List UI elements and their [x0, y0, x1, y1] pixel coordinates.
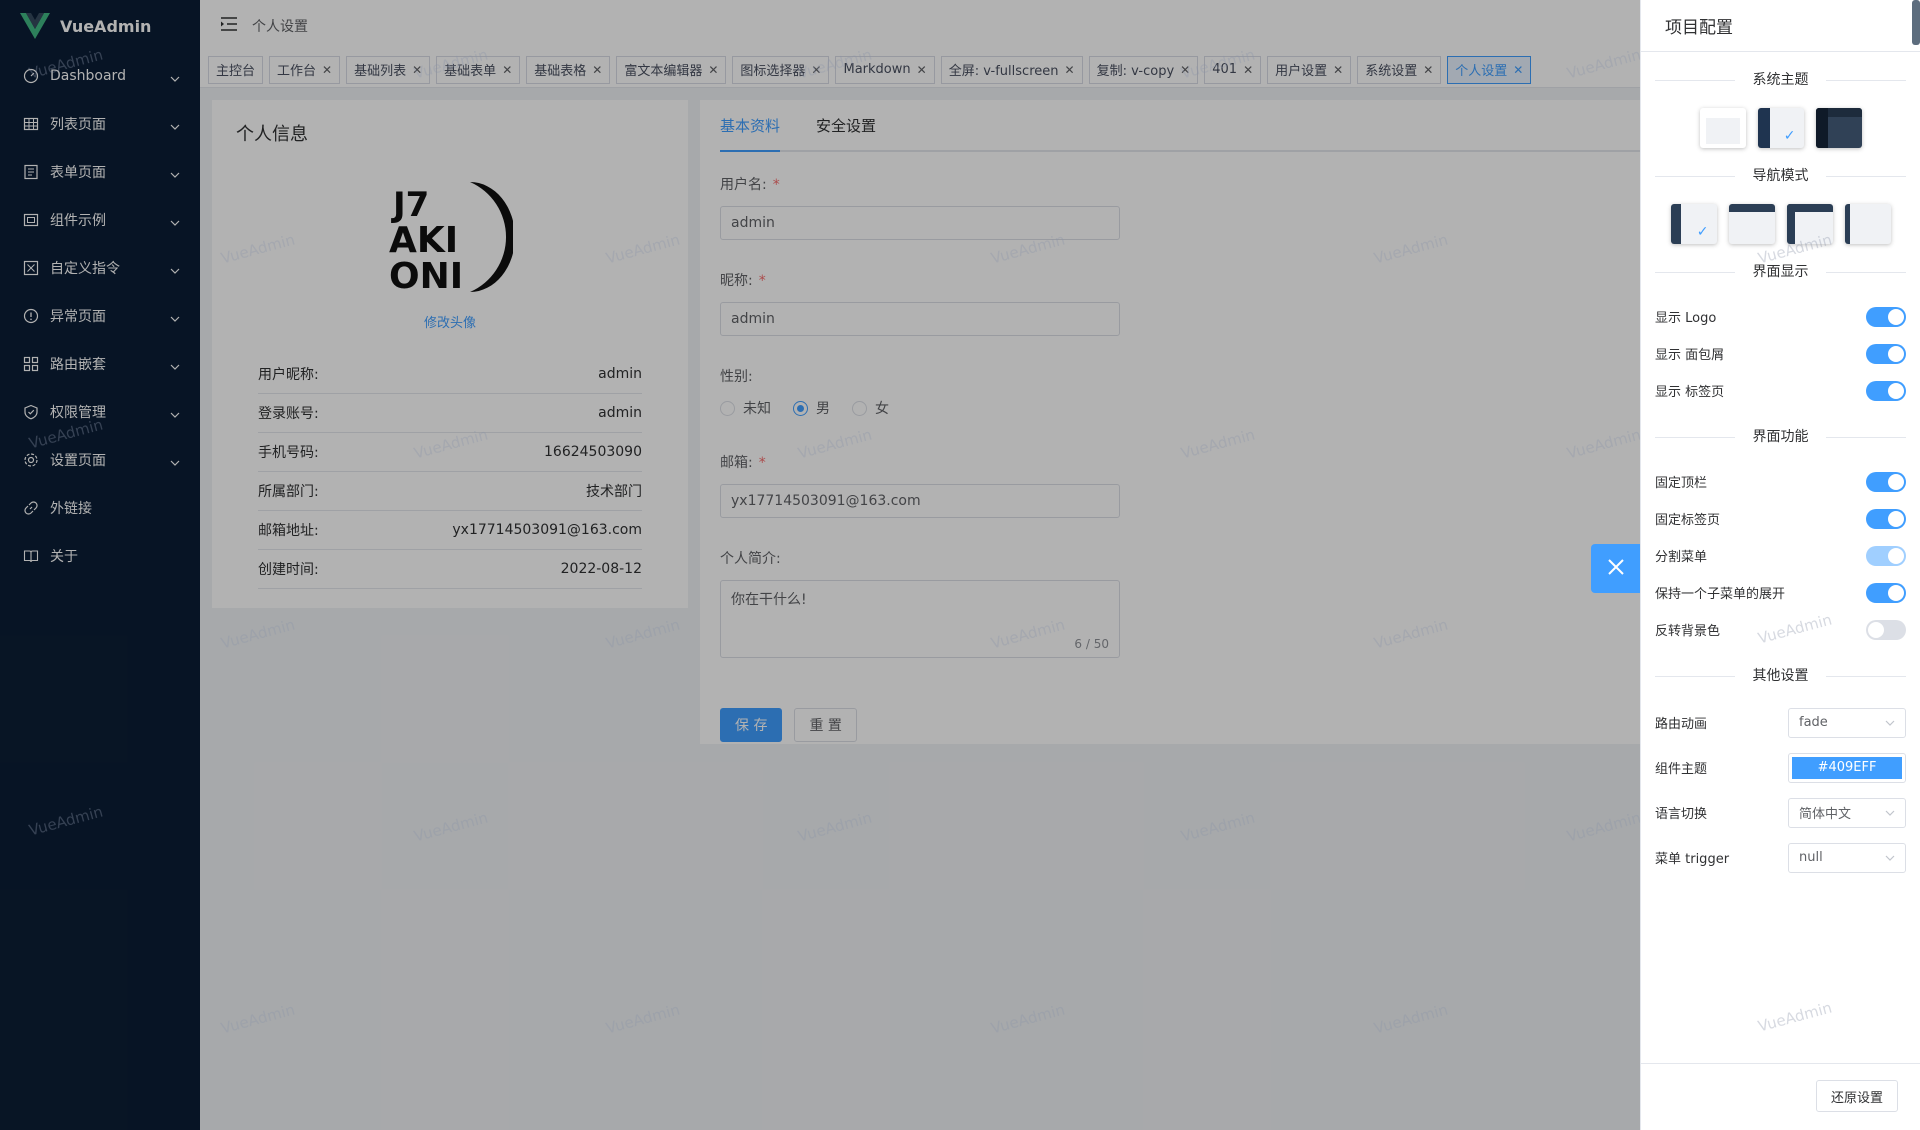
- route-animation-select[interactable]: fade: [1788, 707, 1906, 738]
- drawer-title: 项目配置: [1641, 0, 1920, 52]
- section-system-theme: 系统主题: [1641, 68, 1920, 92]
- toggle-label: 保持一个子菜单的展开: [1655, 587, 1786, 602]
- other-settings: 路由动画 fade 组件主题 #409EFF 语言切换 简体中文 菜单 trigger…: [1641, 700, 1920, 880]
- toggle-row: 分割菜单: [1641, 537, 1920, 574]
- section-nav-mode: 导航模式: [1641, 164, 1920, 188]
- menu-trigger-select[interactable]: null: [1788, 842, 1906, 873]
- toggle-label: 固定标签页: [1655, 513, 1721, 528]
- unique-opened-switch[interactable]: [1866, 582, 1906, 603]
- setting-row: 语言切换 简体中文: [1641, 790, 1920, 835]
- nav-split-mode-swatch[interactable]: [1844, 204, 1891, 244]
- watermark: VueAdmin: [1371, 230, 1450, 268]
- watermark: VueAdmin: [1371, 1000, 1450, 1038]
- watermark: VueAdmin: [1178, 45, 1257, 83]
- setting-row: 组件主题 #409EFF: [1641, 745, 1920, 790]
- section-function: 界面功能: [1641, 425, 1920, 449]
- watermark: VueAdmin: [1371, 615, 1450, 653]
- display-toggles: 显示 Logo 显示 面包屑 显示 标签页: [1641, 298, 1920, 409]
- nav-side-mode-swatch[interactable]: ✓: [1670, 204, 1717, 244]
- language-select[interactable]: 简体中文: [1788, 797, 1906, 828]
- drawer-footer-divider: [1641, 1063, 1920, 1064]
- setting-row: 路由动画 fade: [1641, 700, 1920, 745]
- watermark: VueAdmin: [411, 808, 490, 846]
- watermark: VueAdmin: [988, 615, 1067, 653]
- watermark: VueAdmin: [1178, 808, 1257, 846]
- watermark: VueAdmin: [988, 1000, 1067, 1038]
- fixed-tabs-switch[interactable]: [1866, 508, 1906, 529]
- watermark: VueAdmin: [1564, 425, 1643, 463]
- show-logo-switch[interactable]: [1866, 306, 1906, 327]
- section-other: 其他设置: [1641, 664, 1920, 688]
- toggle-row: 固定标签页: [1641, 500, 1920, 537]
- drawer-scroll-handle[interactable]: [1912, 0, 1920, 45]
- chevron-down-icon: [1885, 805, 1895, 820]
- watermark: VueAdmin: [411, 425, 490, 463]
- setting-label: 路由动画: [1655, 717, 1708, 732]
- setting-row: 菜单 trigger null: [1641, 835, 1920, 880]
- watermark: VueAdmin: [795, 808, 874, 846]
- toggle-label: 分割菜单: [1655, 550, 1708, 565]
- close-icon: [1607, 558, 1625, 580]
- toggle-label: 显示 Logo: [1655, 311, 1717, 326]
- watermark: VueAdmin: [1564, 45, 1643, 83]
- theme-swatches: ✓: [1641, 108, 1920, 148]
- toggle-label: 反转背景色: [1655, 624, 1721, 639]
- function-toggles: 固定顶栏 固定标签页 分割菜单 保持一个子菜单的展开 反转背景色: [1641, 463, 1920, 648]
- watermark: VueAdmin: [988, 230, 1067, 268]
- split-menu-switch[interactable]: [1866, 545, 1906, 566]
- toggle-row: 显示 面包屑: [1641, 335, 1920, 372]
- nav-mode-swatches: ✓: [1641, 204, 1920, 244]
- toggle-label: 显示 面包屑: [1655, 348, 1725, 363]
- toggle-row: 保持一个子菜单的展开: [1641, 574, 1920, 611]
- watermark: VueAdmin: [1178, 425, 1257, 463]
- setting-label: 语言切换: [1655, 807, 1708, 822]
- check-icon: ✓: [1783, 128, 1796, 144]
- theme-dark-swatch[interactable]: [1815, 108, 1862, 148]
- nav-top-mode-swatch[interactable]: [1728, 204, 1775, 244]
- restore-settings-button[interactable]: 还原设置: [1815, 1080, 1898, 1112]
- chevron-down-icon: [1885, 715, 1895, 730]
- watermark: VueAdmin: [411, 45, 490, 83]
- toggle-row: 显示 Logo: [1641, 298, 1920, 335]
- watermark: VueAdmin: [1755, 998, 1834, 1036]
- watermark: VueAdmin: [218, 1000, 297, 1038]
- watermark: VueAdmin: [218, 230, 297, 268]
- watermark: VueAdmin: [603, 615, 682, 653]
- watermark: VueAdmin: [26, 415, 105, 453]
- watermark: VueAdmin: [795, 425, 874, 463]
- toggle-row: 固定顶栏: [1641, 463, 1920, 500]
- watermark: VueAdmin: [26, 802, 105, 840]
- component-theme-color-picker[interactable]: #409EFF: [1788, 752, 1906, 783]
- watermark: VueAdmin: [603, 1000, 682, 1038]
- watermark: VueAdmin: [603, 230, 682, 268]
- toggle-label: 固定顶栏: [1655, 476, 1708, 491]
- watermark: VueAdmin: [26, 45, 105, 83]
- toggle-row: 显示 标签页: [1641, 372, 1920, 409]
- settings-drawer: 项目配置 系统主题 ✓ 导航模式 ✓ 界面显示 显示 Logo 显示 面包屑 显…: [1640, 0, 1920, 1130]
- close-drawer-button[interactable]: [1591, 544, 1640, 593]
- setting-label: 组件主题: [1655, 762, 1708, 777]
- invert-background-switch[interactable]: [1866, 619, 1906, 640]
- check-icon: ✓: [1696, 224, 1709, 240]
- toggle-label: 显示 标签页: [1655, 385, 1725, 400]
- theme-light-swatch[interactable]: [1699, 108, 1746, 148]
- setting-label: 菜单 trigger: [1655, 852, 1730, 867]
- theme-dark-sidebar-swatch[interactable]: ✓: [1757, 108, 1804, 148]
- chevron-down-icon: [1885, 850, 1895, 865]
- fixed-header-switch[interactable]: [1866, 471, 1906, 492]
- modal-overlay[interactable]: VueAdmin VueAdmin VueAdmin VueAdmin VueA…: [0, 0, 1643, 1130]
- watermark: VueAdmin: [1564, 808, 1643, 846]
- watermark: VueAdmin: [218, 615, 297, 653]
- watermark: VueAdmin: [795, 45, 874, 83]
- show-tabs-switch[interactable]: [1866, 380, 1906, 401]
- show-breadcrumb-switch[interactable]: [1866, 343, 1906, 364]
- section-display: 界面显示: [1641, 260, 1920, 284]
